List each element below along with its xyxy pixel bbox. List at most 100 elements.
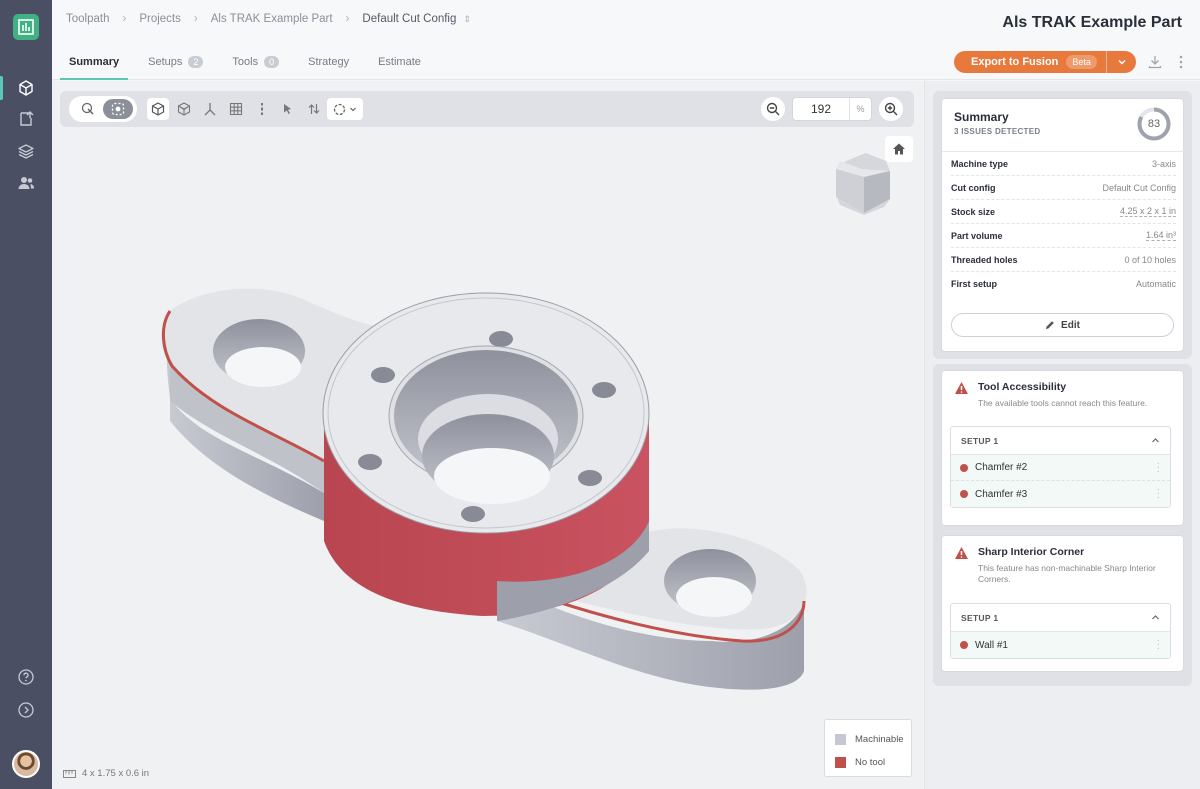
- summary-card: Summary 3 ISSUES DETECTED 83 Machine typ…: [941, 98, 1185, 352]
- breadcrumb-part[interactable]: Als TRAK Example Part: [211, 13, 333, 25]
- 3d-viewport[interactable]: % Machinable No tool 4 x 1.75 x 0.6 in: [52, 81, 923, 789]
- summary-row-cut-config: Cut config Default Cut Config: [951, 176, 1176, 200]
- orbit-mode-dropdown[interactable]: [327, 98, 363, 120]
- swap-icon[interactable]: [303, 98, 325, 120]
- tab-summary[interactable]: Summary: [60, 44, 129, 80]
- row-value: Default Cut Config: [1102, 182, 1176, 193]
- export-to-fusion-button[interactable]: Export to Fusion Beta: [954, 51, 1136, 73]
- sort-chevron-icon[interactable]: ⇕: [463, 14, 471, 25]
- setup-label: SETUP 1: [961, 435, 999, 446]
- export-dropdown-chevron-icon[interactable]: [1106, 51, 1136, 73]
- feature-item[interactable]: Wall #1 · · ·: [951, 632, 1170, 658]
- feature-menu-icon[interactable]: · · ·: [1157, 459, 1160, 477]
- download-icon[interactable]: [1147, 54, 1163, 70]
- axes-icon[interactable]: [199, 98, 221, 120]
- row-key: Stock size: [951, 206, 996, 217]
- feature-menu-icon[interactable]: · · ·: [1157, 485, 1160, 503]
- ruler-icon: [63, 769, 76, 778]
- nav-layers-icon[interactable]: [0, 135, 52, 167]
- breadcrumb-toolpath[interactable]: Toolpath: [66, 13, 109, 25]
- setup-label: SETUP 1: [961, 612, 999, 623]
- breadcrumb-projects[interactable]: Projects: [139, 13, 181, 25]
- tab-count-badge: 2: [188, 56, 204, 68]
- select-point-icon[interactable]: [73, 99, 103, 119]
- no-tool-dot-icon: [960, 641, 968, 649]
- nav-part-icon[interactable]: [0, 72, 52, 104]
- viewer-toolbar: %: [60, 91, 914, 127]
- part-model[interactable]: [52, 81, 923, 789]
- setup-header[interactable]: SETUP 1: [951, 427, 1170, 455]
- breadcrumb-separator-icon: ›: [122, 13, 127, 25]
- tab-count-badge: 0: [264, 56, 280, 68]
- summary-card-wrap: Summary 3 ISSUES DETECTED 83 Machine typ…: [933, 91, 1192, 359]
- legend-swatch: [835, 756, 846, 768]
- breadcrumb-cut-config[interactable]: Default Cut Config: [362, 13, 456, 25]
- edit-button[interactable]: Edit: [951, 313, 1174, 337]
- tab-label: Setups: [148, 56, 183, 68]
- zoom-input[interactable]: [793, 98, 849, 120]
- row-key: Cut config: [951, 182, 996, 193]
- nav-upload-icon[interactable]: [0, 103, 52, 135]
- row-value: Automatic: [1135, 279, 1176, 289]
- issue-card-sharp-interior-corner: Sharp Interior Corner This feature has n…: [941, 535, 1184, 672]
- solid-view-icon[interactable]: [147, 98, 169, 120]
- tab-label: Summary: [69, 56, 120, 68]
- issue-description: This feature has non-machinable Sharp In…: [978, 563, 1156, 584]
- score-value: 83: [1147, 118, 1161, 130]
- chevron-up-icon[interactable]: [1151, 613, 1160, 622]
- row-key: Part volume: [951, 230, 1003, 241]
- view-cube-icon[interactable]: [832, 151, 896, 219]
- issue-title: Tool Accessibility: [978, 381, 1067, 393]
- feature-label: Wall #1: [975, 639, 1008, 651]
- wireframe-view-icon[interactable]: [173, 98, 195, 120]
- pointer-icon[interactable]: [277, 98, 299, 120]
- nav-team-icon[interactable]: [0, 167, 52, 199]
- orbit-icon: [333, 103, 346, 115]
- zoom-out-icon: [766, 102, 780, 116]
- feature-menu-icon[interactable]: · · ·: [1157, 636, 1160, 654]
- section-icon[interactable]: [251, 98, 273, 120]
- issue-card-tool-accessibility: Tool Accessibility The available tools c…: [941, 370, 1184, 526]
- feature-item[interactable]: Chamfer #3 · · ·: [951, 481, 1170, 507]
- row-value[interactable]: 4.25 x 2 x 1 in: [1119, 206, 1176, 217]
- summary-row-threaded-holes: Threaded holes 0 of 10 holes: [951, 248, 1176, 272]
- issues-card-wrap: Tool Accessibility The available tools c…: [933, 364, 1192, 686]
- tab-setups[interactable]: Setups 2: [139, 44, 212, 80]
- feature-item[interactable]: Chamfer #2 · · ·: [951, 455, 1170, 481]
- more-options-icon[interactable]: [1173, 54, 1189, 70]
- row-key: Machine type: [951, 158, 1009, 169]
- issues-panel: Summary 3 ISSUES DETECTED 83 Machine typ…: [924, 81, 1200, 789]
- zoom-in-button[interactable]: [879, 97, 903, 121]
- issue-description: The available tools cannot reach this fe…: [978, 398, 1148, 408]
- row-key: First setup: [951, 279, 998, 289]
- tab-bar: Summary Setups 2 Tools 0 Strategy Estimate: [60, 44, 441, 80]
- expand-icon[interactable]: [0, 694, 52, 726]
- tab-label: Strategy: [308, 56, 350, 68]
- issues-count: 3 ISSUES DETECTED: [954, 127, 1041, 136]
- zoom-unit: %: [849, 98, 871, 120]
- legend-item-machinable: Machinable: [835, 729, 911, 749]
- chevron-up-icon[interactable]: [1151, 436, 1160, 445]
- feature-label: Chamfer #2: [975, 462, 1028, 473]
- avatar[interactable]: [12, 750, 40, 778]
- setup-header[interactable]: SETUP 1: [951, 604, 1170, 632]
- select-region-icon[interactable]: [103, 99, 133, 119]
- breadcrumb-separator-icon: ›: [193, 13, 198, 25]
- toolpath-logo-icon[interactable]: [13, 14, 39, 40]
- part-dimensions: 4 x 1.75 x 0.6 in: [63, 768, 149, 779]
- selection-mode-toggle[interactable]: [69, 96, 137, 122]
- no-tool-dot-icon: [960, 463, 968, 472]
- zoom-out-button[interactable]: [761, 97, 785, 121]
- row-value[interactable]: 1.64 in³: [1145, 230, 1176, 241]
- issue-title: Sharp Interior Corner: [978, 546, 1085, 558]
- warning-icon: [955, 547, 968, 559]
- tab-estimate[interactable]: Estimate: [369, 44, 430, 80]
- dimensions-text: 4 x 1.75 x 0.6 in: [82, 768, 150, 779]
- chevron-down-icon: [350, 107, 356, 112]
- summary-row-part-volume: Part volume 1.64 in³: [951, 224, 1176, 248]
- tab-tools[interactable]: Tools 0: [223, 44, 288, 80]
- tab-strategy[interactable]: Strategy: [299, 44, 358, 80]
- grid-icon[interactable]: [225, 98, 247, 120]
- help-icon[interactable]: [0, 661, 52, 693]
- row-value: 3-axis: [1151, 158, 1176, 169]
